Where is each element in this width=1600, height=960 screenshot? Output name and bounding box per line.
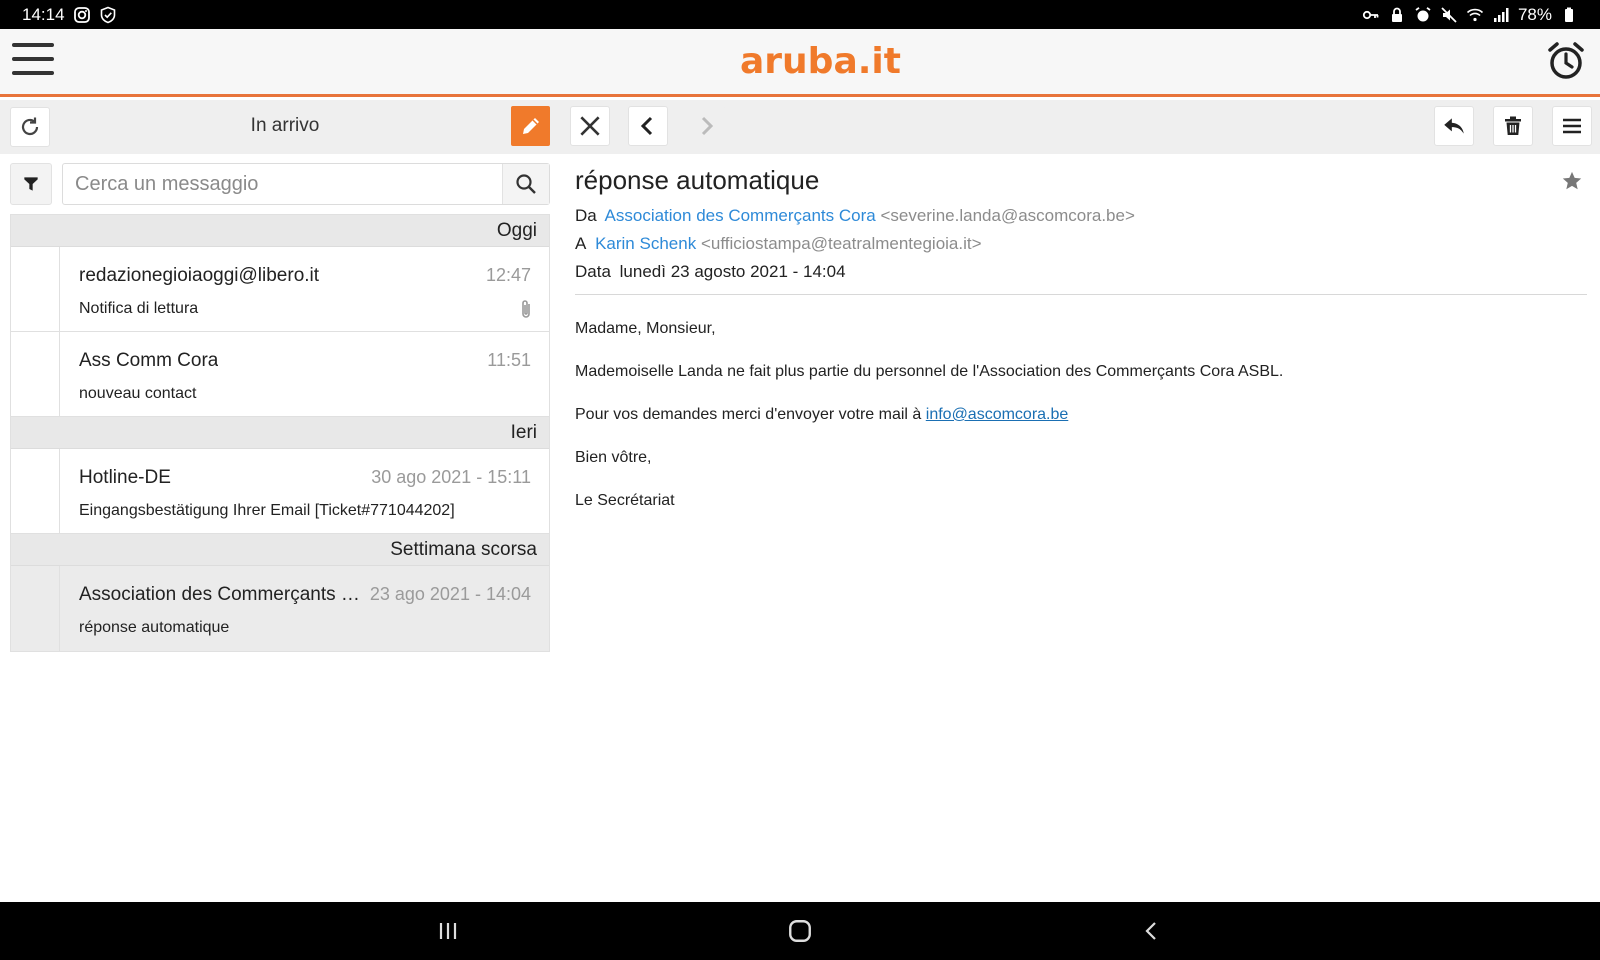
message-gutter[interactable] [11,449,60,533]
recent-apps-button[interactable] [428,916,468,946]
star-icon[interactable] [1561,170,1583,192]
to-address: <ufficiostampa@teatralmentegioia.it> [700,234,982,253]
message-subject: Eingangsbestätigung Ihrer Email [Ticket#… [79,502,455,519]
reply-button[interactable] [1434,106,1474,146]
battery-percent: 78% [1517,4,1552,24]
alarm-clock-icon[interactable] [1546,41,1586,81]
close-icon [580,116,600,136]
compose-button[interactable] [511,106,550,146]
message-gutter[interactable] [11,566,60,651]
recents-icon [439,923,457,939]
refresh-button[interactable] [10,107,50,147]
to-label: A [575,234,587,253]
message-time: 12:47 [485,265,531,285]
previous-message-button[interactable] [628,106,668,146]
message-item[interactable]: redazionegioiaoggi@libero.it 12:47 Notif… [11,247,549,332]
main-menu-button[interactable] [12,43,54,79]
back-button[interactable] [1132,916,1172,946]
signal-icon [1492,6,1510,24]
body-paragraph: Bien vôtre, [575,449,652,466]
home-button[interactable] [780,916,820,946]
chevron-right-icon [701,116,714,136]
filter-button[interactable] [10,163,52,205]
message-toolbar [560,100,1600,154]
instagram-icon [73,6,91,24]
folder-toolbar: In arrivo [0,100,560,154]
message-time: 23 ago 2021 - 14:04 [369,584,531,604]
body-paragraph: Madame, Monsieur, [575,320,716,337]
group-header-yesterday: Ieri [11,417,549,449]
trash-icon [1505,116,1521,135]
from-label: Da [575,206,597,225]
more-actions-button[interactable] [1552,106,1592,146]
message-time: 11:51 [487,350,531,370]
search-input[interactable] [63,164,503,204]
from-address: <severine.landa@ascomcora.be> [880,206,1135,225]
message-gutter[interactable] [11,247,60,331]
menu-icon-bar [12,71,54,75]
mute-icon [1440,6,1458,24]
chevron-left-icon [640,116,653,136]
message-item[interactable]: Hotline-DE 30 ago 2021 - 15:11 Eingangsb… [11,449,549,534]
menu-icon [1563,118,1581,134]
shield-icon [99,6,117,24]
group-header-last-week: Settimana scorsa [11,534,549,566]
message-list: Oggi redazionegioiaoggi@libero.it 12:47 … [10,214,550,652]
mail-subject: réponse automatique [575,165,820,195]
menu-icon-bar [12,43,54,47]
alarm-icon [1414,6,1432,24]
group-header-today: Oggi [11,215,549,247]
mail-to-line: A Karin Schenk <ufficiostampa@teatralmen… [575,234,982,254]
message-time: 30 ago 2021 - 15:11 [371,467,531,487]
date-value: lunedì 23 agosto 2021 - 14:04 [619,262,846,281]
search-button[interactable] [502,164,549,204]
message-sender: Association des Commerçants Cora [79,584,361,605]
menu-icon-bar [12,57,54,61]
body-paragraph: Le Secrétariat [575,492,675,509]
search-box [62,163,550,205]
mail-from-line: Da Association des Commerçants Cora <sev… [575,206,1135,226]
close-message-button[interactable] [570,106,610,146]
body-text: Pour vos demandes merci d'envoyer votre … [575,406,926,423]
search-icon [516,174,536,194]
wifi-icon [1466,6,1484,24]
back-icon [1145,922,1156,940]
attachment-icon [522,300,530,318]
next-message-button[interactable] [686,106,726,146]
lock-icon [1388,6,1406,24]
folder-title: In arrivo [250,115,320,136]
message-sender: Hotline-DE [79,467,171,488]
message-sender: Ass Comm Cora [79,350,219,371]
delete-button[interactable] [1493,106,1533,146]
system-nav-bar [0,902,1600,960]
refresh-icon [21,117,39,136]
mail-date-line: Data lunedì 23 agosto 2021 - 14:04 [575,262,846,282]
message-subject: nouveau contact [79,385,197,402]
filter-icon [24,177,38,191]
status-time: 14:14 [22,4,65,24]
message-item[interactable]: Ass Comm Cora 11:51 nouveau contact [11,332,549,417]
message-subject: Notifica di lettura [79,300,199,317]
battery-icon [1560,6,1578,24]
reply-icon [1444,118,1464,134]
message-sender: redazionegioiaoggi@libero.it [79,265,320,286]
aruba-logo[interactable]: aruba.it [740,41,901,82]
message-subject: réponse automatique [79,619,230,636]
to-name-link[interactable]: Karin Schenk [595,234,696,253]
from-name-link[interactable]: Association des Commerçants Cora [605,206,876,225]
key-icon [1362,6,1380,24]
email-link[interactable]: info@ascomcora.be [926,406,1069,423]
message-gutter[interactable] [11,332,60,416]
body-paragraph: Pour vos demandes merci d'envoyer votre … [575,406,1068,424]
header-divider [575,294,1587,295]
body-paragraph: Mademoiselle Landa ne fait plus partie d… [575,363,1284,380]
message-item-selected[interactable]: Association des Commerçants Cora 23 ago … [11,566,549,651]
date-label: Data [575,262,611,281]
pencil-icon [522,118,539,134]
status-bar: 14:14 78% [0,0,1600,29]
app-header: aruba.it [0,29,1600,97]
home-icon [789,920,811,942]
